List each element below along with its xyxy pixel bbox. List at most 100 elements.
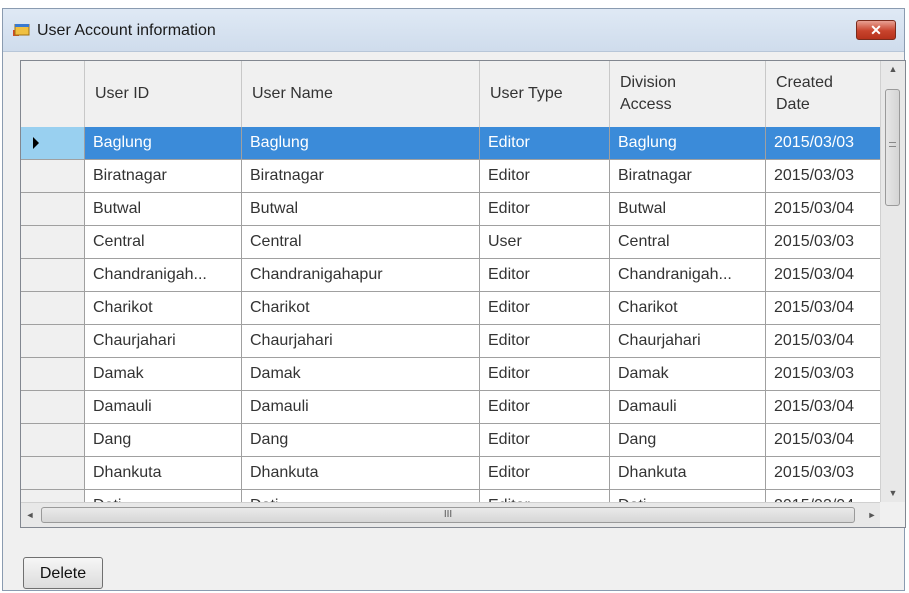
cell-user-type[interactable]: Editor — [480, 358, 610, 390]
cell-user-name[interactable]: Damauli — [242, 391, 480, 423]
vertical-scroll-thumb[interactable] — [885, 89, 900, 206]
cell-user-type[interactable]: Editor — [480, 127, 610, 159]
cell-user-name[interactable]: Dhankuta — [242, 457, 480, 489]
cell-user-type[interactable]: Editor — [480, 193, 610, 225]
window-title: User Account information — [37, 22, 216, 39]
row-header-cell[interactable] — [21, 226, 85, 258]
table-row[interactable]: Dang Dang Editor Dang 2015/03/04 — [21, 424, 881, 457]
grip-icon: III — [443, 509, 453, 520]
cell-division-access[interactable]: Biratnagar — [610, 160, 766, 192]
cell-created-date[interactable]: 2015/03/04 — [766, 424, 881, 456]
cell-created-date[interactable]: 2015/03/03 — [766, 358, 881, 390]
cell-user-id[interactable]: Dhankuta — [85, 457, 242, 489]
cell-division-access[interactable]: Baglung — [610, 127, 766, 159]
scroll-right-arrow-icon[interactable]: ► — [865, 507, 879, 523]
cell-user-id[interactable]: Chandranigah... — [85, 259, 242, 291]
table-row[interactable]: Dhankuta Dhankuta Editor Dhankuta 2015/03/03 — [21, 457, 881, 490]
table-row[interactable]: Biratnagar Biratnagar Editor Biratnagar 2015… — [21, 160, 881, 193]
cell-user-id[interactable]: Charikot — [85, 292, 242, 324]
row-header-cell[interactable] — [21, 325, 85, 357]
cell-user-type[interactable]: Editor — [480, 325, 610, 357]
row-header-cell[interactable] — [21, 424, 85, 456]
horizontal-scrollbar[interactable]: ◄ III ► — [21, 502, 881, 527]
cell-user-name[interactable]: Biratnagar — [242, 160, 480, 192]
scroll-down-arrow-icon[interactable]: ▼ — [881, 485, 905, 502]
column-header-user-type[interactable]: User Type — [480, 61, 610, 127]
cell-user-type[interactable]: Editor — [480, 457, 610, 489]
row-header-cell[interactable] — [21, 259, 85, 291]
title-bar[interactable]: User Account information ✕ — [3, 9, 904, 52]
column-header-created-date[interactable]: Created Date — [766, 61, 881, 127]
cell-created-date[interactable]: 2015/03/03 — [766, 226, 881, 258]
cell-user-type[interactable]: Editor — [480, 259, 610, 291]
table-row[interactable]: Baglung Baglung Editor Baglung 2015/03/03 — [21, 127, 881, 160]
row-header-cell[interactable] — [21, 292, 85, 324]
delete-button[interactable]: Delete — [23, 557, 103, 589]
column-header-label: User Type — [490, 85, 563, 102]
cell-created-date[interactable]: 2015/03/03 — [766, 160, 881, 192]
cell-user-name[interactable]: Baglung — [242, 127, 480, 159]
cell-created-date[interactable]: 2015/03/03 — [766, 127, 881, 159]
scroll-left-arrow-icon[interactable]: ◄ — [23, 507, 37, 523]
user-accounts-grid[interactable]: User ID User Name User Type Division Acc… — [20, 60, 906, 528]
cell-created-date[interactable]: 2015/03/04 — [766, 292, 881, 324]
column-header-division-access[interactable]: Division Access — [610, 61, 766, 127]
cell-created-date[interactable]: 2015/03/04 — [766, 391, 881, 423]
table-row[interactable]: Damauli Damauli Editor Damauli 2015/03/04 — [21, 391, 881, 424]
cell-user-name[interactable]: Chaurjahari — [242, 325, 480, 357]
cell-user-type[interactable]: Editor — [480, 424, 610, 456]
column-header-user-name[interactable]: User Name — [242, 61, 480, 127]
row-header-cell[interactable] — [21, 457, 85, 489]
cell-division-access[interactable]: Damauli — [610, 391, 766, 423]
cell-division-access[interactable]: Central — [610, 226, 766, 258]
cell-user-id[interactable]: Damak — [85, 358, 242, 390]
corner-header-cell[interactable] — [21, 61, 85, 127]
table-row[interactable]: Charikot Charikot Editor Charikot 2015/03/04 — [21, 292, 881, 325]
cell-created-date[interactable]: 2015/03/03 — [766, 457, 881, 489]
cell-user-name[interactable]: Dang — [242, 424, 480, 456]
cell-division-access[interactable]: Charikot — [610, 292, 766, 324]
cell-user-id[interactable]: Butwal — [85, 193, 242, 225]
cell-user-name[interactable]: Charikot — [242, 292, 480, 324]
cell-division-access[interactable]: Dang — [610, 424, 766, 456]
cell-user-id[interactable]: Baglung — [85, 127, 242, 159]
cell-user-type[interactable]: Editor — [480, 391, 610, 423]
cell-user-name[interactable]: Damak — [242, 358, 480, 390]
row-header-cell[interactable] — [21, 127, 85, 159]
horizontal-scroll-thumb[interactable]: III — [41, 507, 855, 523]
column-header-label: User Name — [252, 85, 333, 102]
cell-user-name[interactable]: Chandranigahapur — [242, 259, 480, 291]
cell-user-id[interactable]: Chaurjahari — [85, 325, 242, 357]
scrollbar-corner — [880, 502, 905, 527]
row-header-cell[interactable] — [21, 160, 85, 192]
cell-user-id[interactable]: Central — [85, 226, 242, 258]
close-button[interactable]: ✕ — [856, 20, 896, 40]
cell-user-type[interactable]: Editor — [480, 160, 610, 192]
cell-division-access[interactable]: Chaurjahari — [610, 325, 766, 357]
cell-user-name[interactable]: Butwal — [242, 193, 480, 225]
cell-user-name[interactable]: Central — [242, 226, 480, 258]
cell-user-id[interactable]: Dang — [85, 424, 242, 456]
cell-user-type[interactable]: Editor — [480, 292, 610, 324]
column-header-user-id[interactable]: User ID — [85, 61, 242, 127]
cell-division-access[interactable]: Butwal — [610, 193, 766, 225]
table-row[interactable]: Damak Damak Editor Damak 2015/03/03 — [21, 358, 881, 391]
table-row[interactable]: Central Central User Central 2015/03/03 — [21, 226, 881, 259]
cell-division-access[interactable]: Damak — [610, 358, 766, 390]
table-row[interactable]: Chandranigah... Chandranigahapur Editor Cha… — [21, 259, 881, 292]
row-header-cell[interactable] — [21, 193, 85, 225]
row-header-cell[interactable] — [21, 391, 85, 423]
cell-created-date[interactable]: 2015/03/04 — [766, 325, 881, 357]
cell-division-access[interactable]: Chandranigah... — [610, 259, 766, 291]
scroll-up-arrow-icon[interactable]: ▲ — [881, 61, 905, 78]
cell-created-date[interactable]: 2015/03/04 — [766, 193, 881, 225]
vertical-scrollbar[interactable]: ▲ ▼ — [880, 61, 905, 502]
table-row[interactable]: Chaurjahari Chaurjahari Editor Chaurjahari 2… — [21, 325, 881, 358]
row-header-cell[interactable] — [21, 358, 85, 390]
cell-user-id[interactable]: Biratnagar — [85, 160, 242, 192]
cell-created-date[interactable]: 2015/03/04 — [766, 259, 881, 291]
table-row[interactable]: Butwal Butwal Editor Butwal 2015/03/04 — [21, 193, 881, 226]
cell-division-access[interactable]: Dhankuta — [610, 457, 766, 489]
cell-user-id[interactable]: Damauli — [85, 391, 242, 423]
cell-user-type[interactable]: User — [480, 226, 610, 258]
